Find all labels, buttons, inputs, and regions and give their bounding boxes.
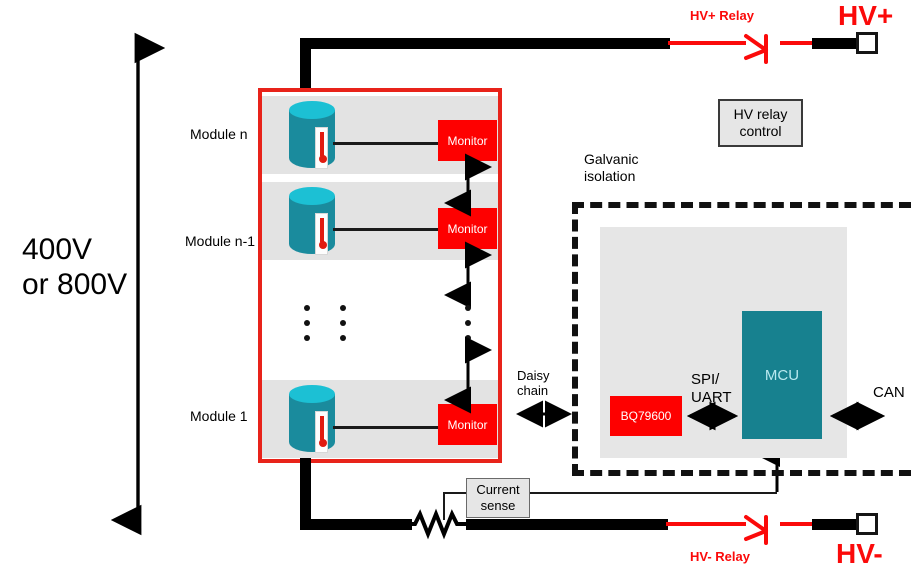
thermometer-icon bbox=[315, 127, 328, 169]
sense-line-1 bbox=[333, 426, 438, 429]
hv-plus-relay-wire-left bbox=[668, 41, 746, 45]
battery-pack: Monitor Monitor Monitor bbox=[258, 88, 502, 463]
can-label: CAN bbox=[873, 384, 905, 401]
current-sense-tap-left-vertical bbox=[443, 492, 445, 520]
spi-uart-label: SPI/ UART bbox=[691, 371, 732, 406]
module-label-n-1: Module n-1 bbox=[185, 233, 256, 249]
galvanic-isolation-label: Galvanic isolation bbox=[584, 151, 639, 184]
hv-plus-bus-horizontal bbox=[300, 38, 670, 49]
current-sense-block[interactable]: Current sense bbox=[466, 478, 530, 518]
module-label-1: Module 1 bbox=[190, 408, 248, 424]
hv-plus-label: HV+ bbox=[838, 0, 894, 31]
module-ellipsis-right bbox=[340, 305, 346, 350]
sense-line-n bbox=[333, 142, 438, 145]
battery-cell-n-1 bbox=[289, 187, 335, 259]
hv-minus-terminal-lead bbox=[812, 519, 862, 530]
current-sense-tap-left-horizontal bbox=[443, 492, 467, 494]
monitor-block-1[interactable]: Monitor bbox=[438, 404, 497, 445]
battery-cell-1 bbox=[289, 385, 335, 457]
mcu-block[interactable]: MCU bbox=[742, 311, 822, 439]
cell-top bbox=[289, 101, 335, 119]
hv-minus-terminal bbox=[856, 513, 878, 535]
sense-line-n-1 bbox=[333, 228, 438, 231]
thermometer-icon bbox=[315, 411, 328, 453]
thermometer-icon bbox=[315, 213, 328, 255]
shunt-resistor-icon bbox=[408, 508, 468, 540]
spi-uart-arrow bbox=[686, 401, 739, 431]
hv-minus-bus-mid bbox=[466, 519, 668, 530]
daisy-chain-arrow-top bbox=[444, 153, 492, 217]
bq79600-block[interactable]: BQ79600 bbox=[610, 396, 682, 436]
hv-plus-terminal-lead bbox=[812, 38, 862, 49]
daisy-chain-arrow-upper-mid bbox=[444, 241, 492, 309]
hv-minus-bus-left bbox=[300, 519, 412, 530]
module-ellipsis-left bbox=[304, 305, 310, 350]
daisy-chain-link-arrow bbox=[516, 400, 572, 428]
hv-plus-relay-contact-icon bbox=[744, 34, 768, 64]
hv-minus-label: HV- bbox=[836, 538, 883, 569]
hv-minus-relay-contact-icon bbox=[744, 515, 768, 545]
hv-relay-control-block[interactable]: HV relay control bbox=[718, 99, 803, 147]
daisy-chain-label: Daisy chain bbox=[517, 368, 550, 399]
current-sense-out-line bbox=[530, 492, 777, 494]
monitor-block-n-1[interactable]: Monitor bbox=[438, 208, 497, 249]
pack-voltage-label: 400V or 800V bbox=[22, 233, 128, 302]
monitor-block-n[interactable]: Monitor bbox=[438, 120, 497, 161]
hv-plus-relay-label: HV+ Relay bbox=[690, 8, 754, 23]
can-arrow bbox=[829, 401, 886, 431]
cell-top bbox=[289, 187, 335, 205]
hv-plus-terminal bbox=[856, 32, 878, 54]
hv-minus-relay-wire-left bbox=[666, 522, 746, 526]
module-label-n: Module n bbox=[190, 126, 248, 142]
battery-cell-n bbox=[289, 101, 335, 173]
daisy-chain-arrow-lower bbox=[444, 336, 492, 414]
hv-minus-relay-label: HV- Relay bbox=[690, 549, 750, 564]
cell-top bbox=[289, 385, 335, 403]
